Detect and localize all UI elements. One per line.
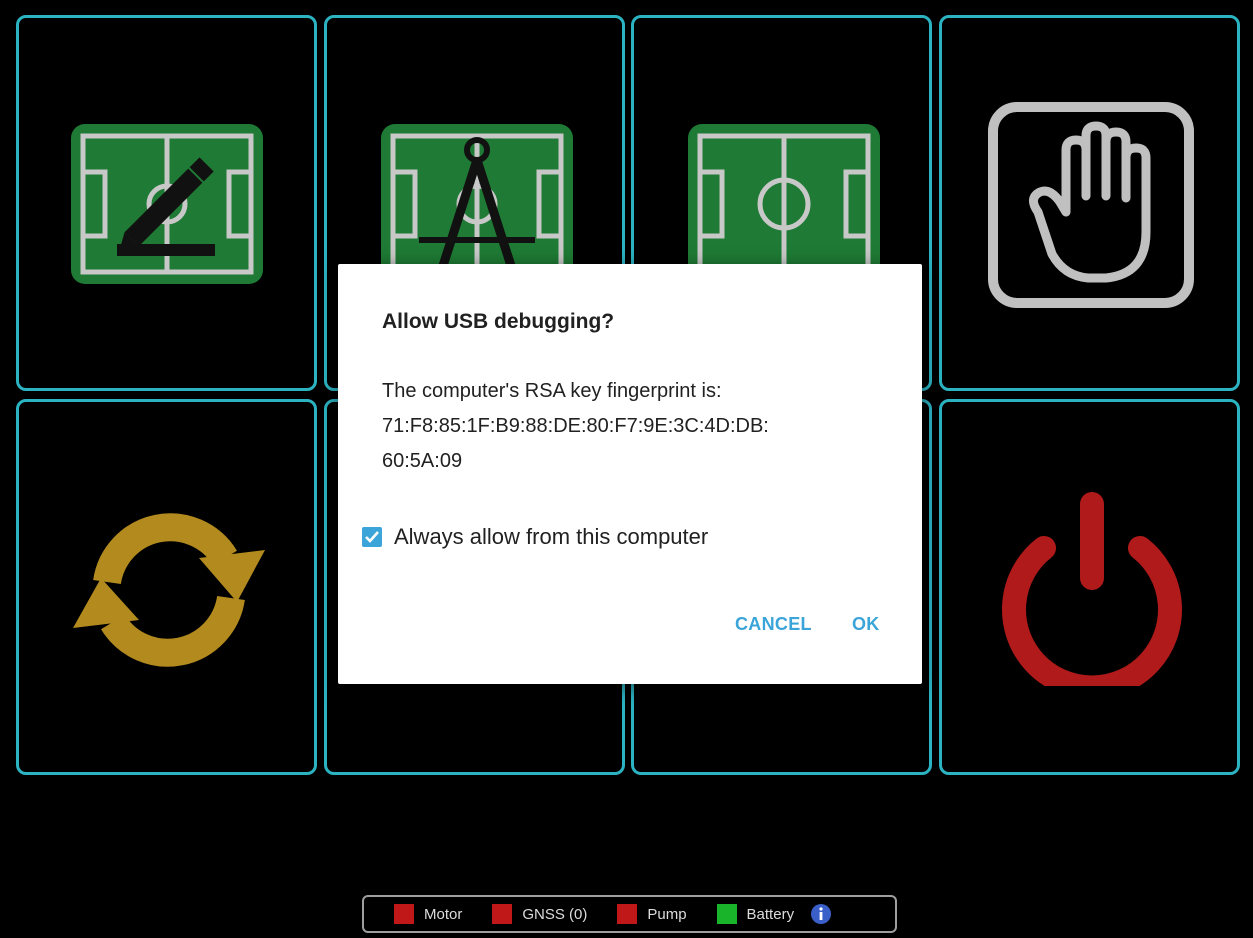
- message-line-1: The computer's RSA key fingerprint is:: [382, 380, 722, 402]
- dialog-message: The computer's RSA key fingerprint is: 7…: [382, 374, 882, 479]
- stop-tile[interactable]: [939, 15, 1240, 391]
- motor-indicator: [394, 904, 414, 924]
- status-label: GNSS (0): [522, 905, 588, 923]
- status-battery: Battery: [716, 904, 795, 924]
- pump-indicator: [617, 904, 638, 924]
- status-pump: Pump: [617, 904, 687, 924]
- edit-field-tile[interactable]: [16, 15, 317, 391]
- compass-field-icon: [381, 124, 573, 284]
- status-label: Pump: [647, 905, 687, 923]
- soccer-field-icon: [688, 124, 880, 284]
- hand-icon: [988, 102, 1194, 308]
- status-label: Motor: [424, 905, 463, 923]
- gnss-indicator: [492, 904, 513, 924]
- status-label: Battery: [746, 905, 795, 923]
- message-line-3: 60:5A:09: [382, 450, 463, 472]
- status-gnss: GNSS (0): [492, 904, 587, 924]
- status-motor: Motor: [394, 904, 462, 924]
- power-tile[interactable]: [939, 399, 1240, 775]
- power-icon: [1002, 492, 1182, 686]
- message-line-2: 71:F8:85:1F:B9:88:DE:80:F7:9E:3C:4D:DB:: [382, 415, 769, 437]
- refresh-icon: [73, 513, 265, 667]
- always-allow-checkbox-row[interactable]: Always allow from this computer: [362, 524, 708, 550]
- always-allow-checkbox[interactable]: [362, 527, 382, 547]
- info-icon[interactable]: [810, 903, 832, 925]
- pencil-field-icon: [71, 124, 263, 284]
- checkmark-icon: [365, 531, 379, 543]
- ok-button[interactable]: OK: [852, 614, 880, 635]
- dialog-title: Allow USB debugging?: [382, 310, 615, 333]
- cancel-button[interactable]: CANCEL: [735, 614, 812, 635]
- usb-debugging-dialog: Allow USB debugging? The computer's RSA …: [338, 264, 922, 684]
- battery-indicator: [716, 904, 737, 924]
- status-bar: Motor GNSS (0) Pump Battery: [362, 895, 897, 933]
- sync-tile[interactable]: [16, 399, 317, 775]
- checkbox-label: Always allow from this computer: [394, 524, 709, 549]
